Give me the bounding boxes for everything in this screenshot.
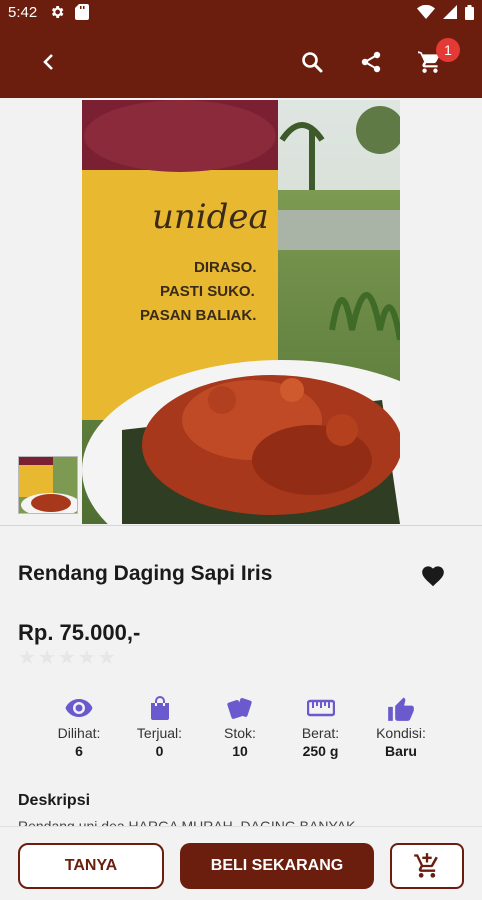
stat-value: 6 [75, 743, 83, 759]
settings-icon [52, 6, 64, 18]
product-price: Rp. 75.000,- [18, 620, 141, 645]
svg-text:PASTI SUKO.: PASTI SUKO. [160, 283, 255, 300]
cards-stack-icon [227, 698, 252, 719]
eye-icon [65, 699, 93, 717]
stat-label: Stok: [224, 725, 256, 741]
stat-sold: Terjual: 0 [121, 694, 199, 764]
chevron-left-icon [43, 54, 53, 70]
signal-icon [443, 5, 457, 19]
stat-label: Dilihat: [57, 725, 101, 741]
heart-icon [422, 566, 444, 587]
stat-label: Berat: [301, 725, 340, 741]
stat-value: Baru [385, 743, 417, 759]
status-time: 5:42 [8, 3, 38, 21]
thumb-up-icon [388, 697, 414, 721]
product-stats: Dilihat: 6 Terjual: 0 Stok: 10 Berat: 25… [40, 694, 440, 764]
app-bar: 1 [0, 24, 482, 98]
star-icon: ★ [57, 647, 76, 669]
package-tagline-text: DIRASO. [194, 259, 257, 276]
star-icon: ★ [77, 647, 96, 669]
product-gallery: unidea DIRASO. PASTI SUKO. PASAN BALIAK. [0, 98, 482, 526]
favorite-button[interactable] [418, 560, 448, 590]
stat-views: Dilihat: 6 [40, 694, 118, 764]
star-icon: ★ [37, 647, 56, 669]
star-icon: ★ [18, 647, 36, 669]
stat-condition: Kondisi: Baru [362, 694, 440, 764]
bottom-action-bar: TANYA BELI SEKARANG [0, 826, 482, 900]
thumbnail-image [19, 457, 77, 513]
sd-card-icon [75, 4, 90, 20]
buy-now-button[interactable]: BELI SEKARANG [180, 843, 374, 889]
cart-count-badge: 1 [436, 38, 460, 62]
stat-value: 10 [232, 743, 248, 759]
package-brand-text: unidea [152, 197, 269, 237]
star-rating: ★ ★ ★ ★ ★ [18, 648, 116, 668]
search-button[interactable] [296, 46, 328, 78]
status-bar: 5:42 [0, 0, 482, 24]
description-title: Deskripsi [18, 792, 91, 809]
add-to-cart-button[interactable] [390, 843, 464, 889]
stat-label: Kondisi: [376, 725, 426, 741]
share-icon [361, 51, 381, 73]
shopping-bag-icon [150, 696, 169, 720]
share-button[interactable] [354, 46, 388, 78]
back-button[interactable] [30, 46, 66, 78]
stat-label: Terjual: [136, 725, 183, 741]
stat-value: 250 g [302, 743, 339, 759]
product-name: Rendang Daging Sapi Iris [18, 562, 273, 585]
product-thumbnail[interactable] [18, 456, 78, 514]
add-to-cart-icon [414, 853, 438, 878]
product-main-photo[interactable]: unidea DIRASO. PASTI SUKO. PASAN BALIAK. [82, 100, 400, 524]
star-icon: ★ [97, 647, 116, 669]
svg-text:PASAN BALIAK.: PASAN BALIAK. [140, 307, 256, 324]
stat-weight: Berat: 250 g [282, 694, 360, 764]
product-photo-image: unidea DIRASO. PASTI SUKO. PASAN BALIAK. [82, 100, 400, 524]
battery-icon [465, 4, 474, 20]
ask-button[interactable]: TANYA [18, 843, 164, 889]
stat-value: 0 [155, 743, 164, 759]
ruler-icon [306, 699, 335, 717]
stat-stock: Stok: 10 [201, 694, 279, 764]
search-icon [302, 52, 323, 73]
wifi-icon [417, 5, 435, 19]
